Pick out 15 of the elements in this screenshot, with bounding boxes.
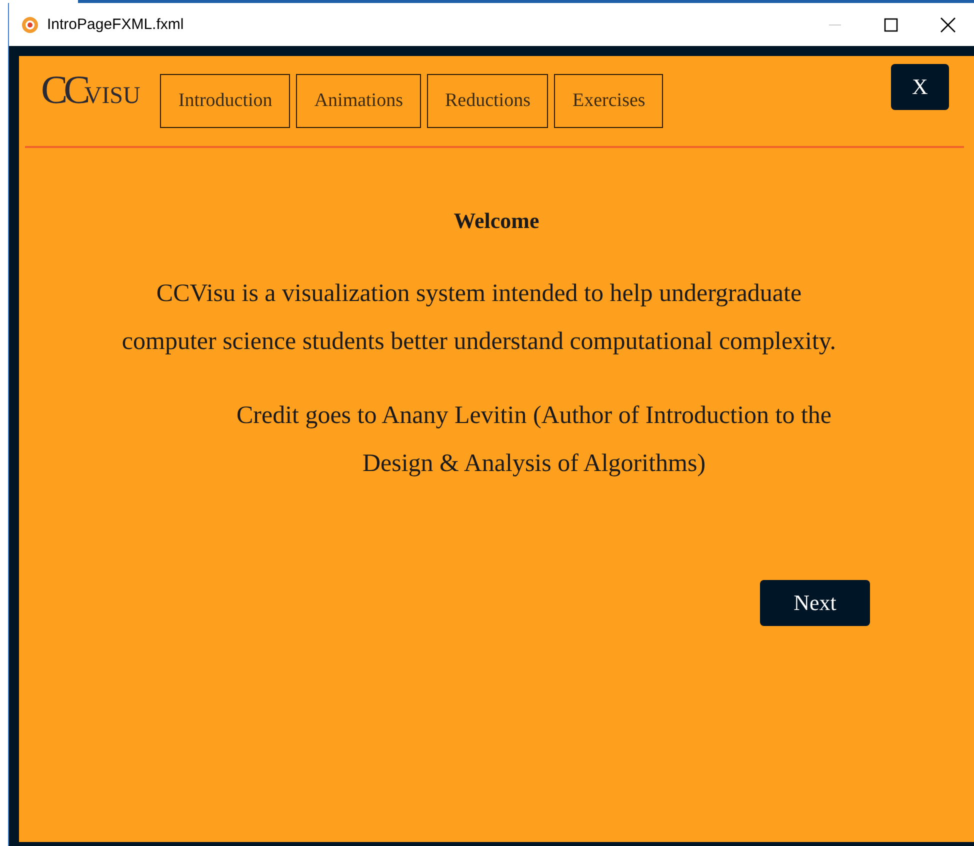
- close-button[interactable]: X: [891, 64, 949, 110]
- maximize-icon[interactable]: [884, 18, 898, 32]
- intro-paragraph: Credit goes to Anany Levitin (Author of Introduction to the Design & Analysis of Algorithms): [235, 401, 833, 479]
- window-title: IntroPageFXML.fxml: [47, 16, 184, 33]
- nav-button[interactable]: Exercises: [554, 74, 664, 128]
- logo-initials: CC: [41, 68, 86, 112]
- nav-button[interactable]: Introduction: [160, 74, 290, 128]
- intro-paragraph: CCVisu is a visualization system intended to help undergraduate computer science students better understand computational complexity.: [120, 279, 838, 357]
- next-button[interactable]: Next: [760, 580, 870, 626]
- nav-button[interactable]: Animations: [296, 74, 421, 128]
- logo-name: VISU: [84, 83, 140, 110]
- close-icon[interactable]: [940, 16, 956, 32]
- nav-button[interactable]: Reductions: [426, 74, 548, 128]
- app-icon: [21, 16, 39, 34]
- welcome-heading: Welcome: [452, 208, 540, 234]
